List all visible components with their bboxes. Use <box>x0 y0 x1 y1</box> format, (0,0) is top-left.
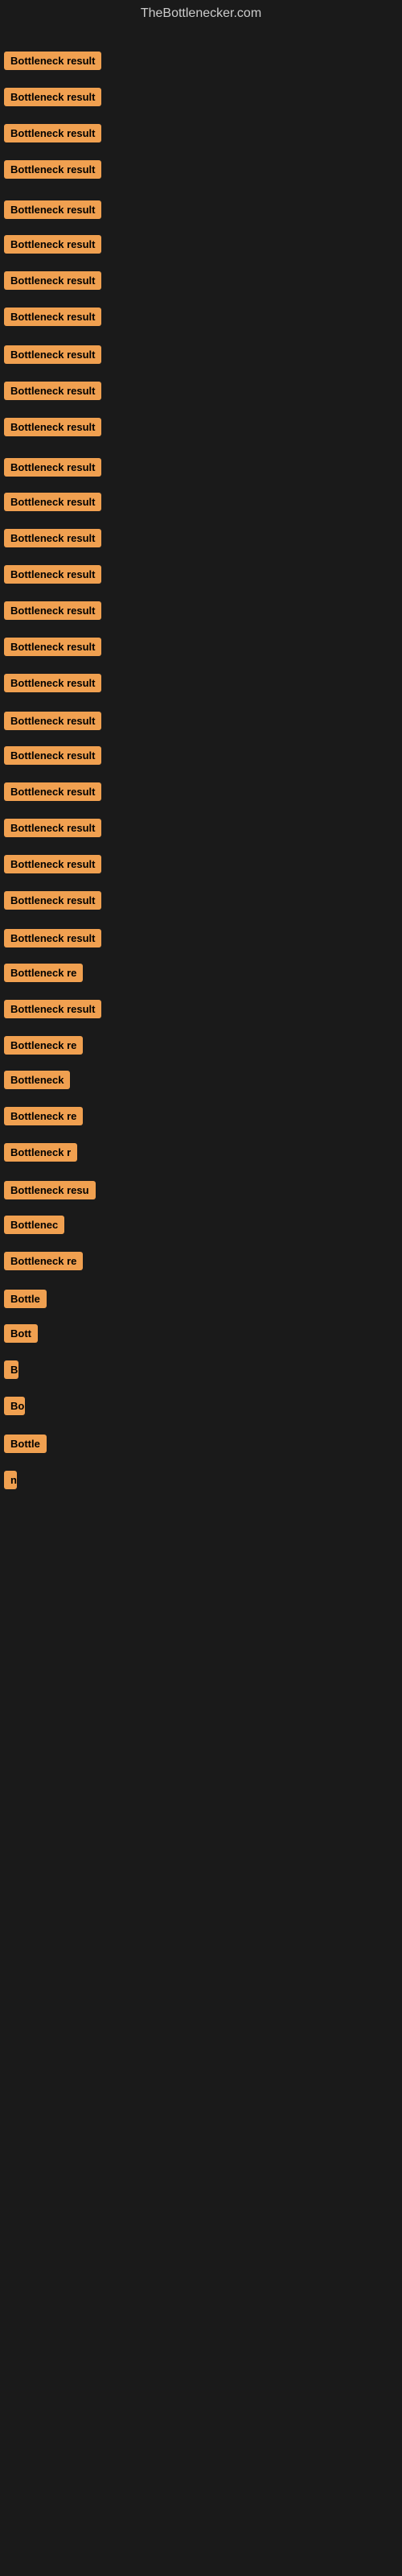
list-item: Bottleneck result <box>4 529 101 551</box>
bottleneck-badge[interactable]: Bottlenec <box>4 1216 64 1234</box>
list-item: Bottleneck result <box>4 382 101 404</box>
list-item: Bottleneck result <box>4 52 101 74</box>
bottleneck-badge[interactable]: Bottle <box>4 1435 47 1453</box>
bottleneck-badge[interactable]: Bottleneck result <box>4 52 101 70</box>
list-item: Bottleneck result <box>4 855 101 877</box>
list-item: Bottleneck result <box>4 1000 101 1022</box>
bottleneck-badge[interactable]: Bo <box>4 1397 25 1415</box>
bottleneck-badge[interactable]: Bottleneck re <box>4 1252 83 1270</box>
list-item: Bottleneck result <box>4 493 101 515</box>
bottleneck-badge[interactable]: Bottleneck result <box>4 382 101 400</box>
list-item: B <box>4 1360 18 1383</box>
list-item: Bottleneck re <box>4 1107 83 1129</box>
list-item: Bottleneck result <box>4 601 101 624</box>
page-wrapper: TheBottlenecker.com Bottleneck resultBot… <box>0 0 402 2576</box>
bottleneck-badge[interactable]: Bottleneck re <box>4 1036 83 1055</box>
bottleneck-badge[interactable]: Bottleneck r <box>4 1143 77 1162</box>
items-container: Bottleneck result Bottleneck result Bottle… <box>0 27 402 2523</box>
list-item: Bottleneck re <box>4 1252 83 1274</box>
bottleneck-badge[interactable]: Bottleneck result <box>4 493 101 511</box>
bottleneck-badge[interactable]: Bottleneck resu <box>4 1181 96 1199</box>
site-title: TheBottlenecker.com <box>0 0 402 27</box>
list-item: Bottleneck re <box>4 964 83 986</box>
bottleneck-badge[interactable]: Bottleneck result <box>4 345 101 364</box>
bottleneck-badge[interactable]: Bottleneck result <box>4 88 101 106</box>
bottleneck-badge[interactable]: Bottle <box>4 1290 47 1308</box>
bottleneck-badge[interactable]: Bottleneck result <box>4 819 101 837</box>
bottleneck-badge[interactable]: Bottleneck result <box>4 674 101 692</box>
bottleneck-badge[interactable]: Bottleneck result <box>4 160 101 179</box>
list-item: Bottleneck resu <box>4 1181 96 1203</box>
bottleneck-badge[interactable]: Bottleneck re <box>4 1107 83 1125</box>
bottleneck-badge[interactable]: Bottleneck result <box>4 746 101 765</box>
bottleneck-badge[interactable]: Bott <box>4 1324 38 1343</box>
bottleneck-badge[interactable]: Bottleneck result <box>4 124 101 142</box>
list-item: Bottleneck result <box>4 712 101 734</box>
bottleneck-badge[interactable]: Bottleneck result <box>4 1000 101 1018</box>
bottleneck-badge[interactable]: Bottleneck result <box>4 271 101 290</box>
bottleneck-badge[interactable]: B <box>4 1360 18 1379</box>
list-item: Bottleneck r <box>4 1143 77 1166</box>
list-item: Bottleneck result <box>4 160 101 183</box>
list-item: Bottleneck result <box>4 891 101 914</box>
list-item: Bottleneck result <box>4 929 101 952</box>
list-item: Bott <box>4 1324 38 1347</box>
list-item: Bottleneck result <box>4 819 101 841</box>
list-item: Bottle <box>4 1290 47 1312</box>
bottleneck-badge[interactable]: Bottleneck result <box>4 200 101 219</box>
bottleneck-badge[interactable]: Bottleneck result <box>4 458 101 477</box>
bottleneck-badge[interactable]: Bottleneck re <box>4 964 83 982</box>
bottleneck-badge[interactable]: Bottleneck result <box>4 855 101 873</box>
list-item: Bottlenec <box>4 1216 64 1238</box>
bottleneck-badge[interactable]: Bottleneck result <box>4 235 101 254</box>
bottleneck-badge[interactable]: n <box>4 1471 17 1489</box>
bottleneck-badge[interactable]: Bottleneck result <box>4 782 101 801</box>
list-item: Bo <box>4 1397 25 1419</box>
list-item: Bottleneck result <box>4 674 101 696</box>
list-item: Bottleneck result <box>4 782 101 805</box>
list-item: Bottleneck result <box>4 308 101 330</box>
bottleneck-badge[interactable]: Bottleneck result <box>4 601 101 620</box>
list-item: Bottleneck re <box>4 1036 83 1059</box>
list-item: Bottleneck result <box>4 565 101 588</box>
bottleneck-badge[interactable]: Bottleneck <box>4 1071 70 1089</box>
bottleneck-badge[interactable]: Bottleneck result <box>4 418 101 436</box>
list-item: Bottleneck result <box>4 271 101 294</box>
bottleneck-badge[interactable]: Bottleneck result <box>4 565 101 584</box>
list-item: Bottleneck result <box>4 124 101 147</box>
bottleneck-badge[interactable]: Bottleneck result <box>4 308 101 326</box>
list-item: n <box>4 1471 17 1493</box>
bottleneck-badge[interactable]: Bottleneck result <box>4 529 101 547</box>
list-item: Bottleneck result <box>4 638 101 660</box>
list-item: Bottle <box>4 1435 47 1457</box>
list-item: Bottleneck result <box>4 418 101 440</box>
bottleneck-badge[interactable]: Bottleneck result <box>4 638 101 656</box>
list-item: Bottleneck result <box>4 88 101 110</box>
list-item: Bottleneck result <box>4 200 101 223</box>
list-item: Bottleneck result <box>4 235 101 258</box>
list-item: Bottleneck result <box>4 458 101 481</box>
bottleneck-badge[interactable]: Bottleneck result <box>4 929 101 947</box>
list-item: Bottleneck <box>4 1071 70 1093</box>
bottleneck-badge[interactable]: Bottleneck result <box>4 712 101 730</box>
list-item: Bottleneck result <box>4 746 101 769</box>
list-item: Bottleneck result <box>4 345 101 368</box>
bottleneck-badge[interactable]: Bottleneck result <box>4 891 101 910</box>
